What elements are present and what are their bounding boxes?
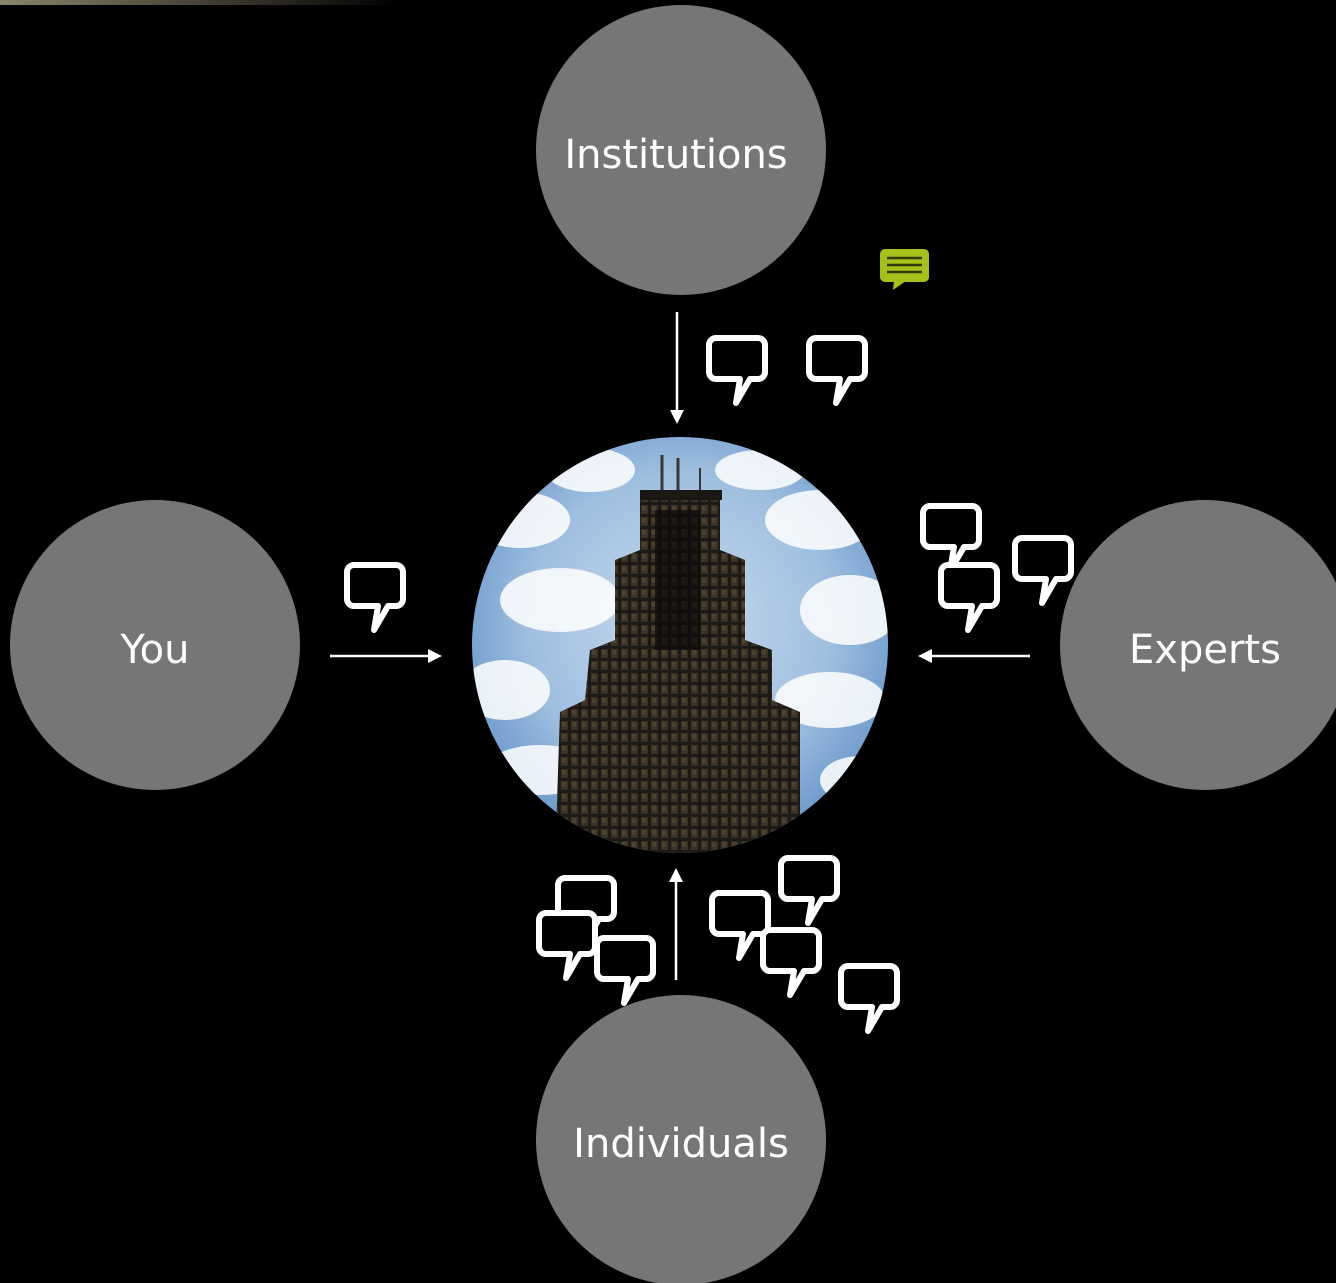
speech-bubble-icon — [1015, 538, 1071, 603]
node-label-experts: Experts — [1129, 627, 1281, 673]
bubbles-individuals-right — [712, 858, 897, 1031]
diagram-canvas: Institutions You Experts Individuals — [0, 0, 1336, 1283]
speech-bubble-icon — [347, 565, 403, 630]
speech-bubble-icon — [809, 338, 865, 403]
arrow-you-to-center — [330, 649, 442, 663]
arrow-individuals-to-center — [669, 868, 683, 980]
speech-bubble-icon — [712, 893, 768, 958]
node-you: You — [10, 500, 300, 790]
speech-bubble-icon — [923, 506, 979, 571]
node-label-institutions: Institutions — [564, 132, 787, 178]
speech-bubble-icon — [539, 913, 595, 978]
node-label-you: You — [120, 627, 190, 673]
node-experts: Experts — [1060, 500, 1336, 790]
top-rule — [0, 0, 400, 5]
speech-bubble-icon — [841, 966, 897, 1031]
bubbles-you — [347, 565, 403, 630]
node-label-individuals: Individuals — [573, 1121, 789, 1167]
arrow-experts-to-center — [918, 649, 1030, 663]
node-institutions: Institutions — [536, 5, 826, 295]
speech-bubble-icon — [781, 858, 837, 923]
bubbles-individuals-left — [539, 878, 653, 1003]
arrow-institutions-to-center — [670, 312, 684, 424]
speech-bubble-icon — [709, 338, 765, 403]
node-individuals: Individuals — [536, 995, 826, 1283]
speech-bubble-icon — [597, 938, 653, 1003]
center-building-photo — [472, 437, 888, 853]
speech-bubble-icon — [941, 565, 997, 630]
bubbles-experts — [923, 506, 1071, 630]
bubbles-institutions — [709, 338, 865, 403]
comment-note-icon[interactable] — [880, 249, 929, 290]
speech-bubble-icon — [763, 930, 819, 995]
